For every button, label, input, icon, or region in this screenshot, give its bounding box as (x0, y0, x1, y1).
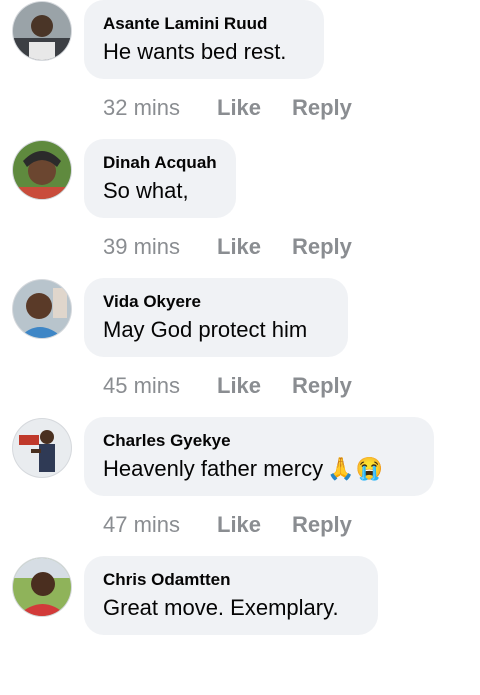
like-button[interactable]: Like (217, 373, 292, 399)
comment-bubble: Dinah Acquah So what, (84, 139, 236, 218)
comment-text: So what, (103, 178, 189, 203)
reply-button[interactable]: Reply (292, 512, 352, 538)
comment-actions: 45 mins Like Reply (103, 372, 352, 400)
timestamp[interactable]: 39 mins (103, 234, 217, 260)
comment-item: Charles Gyekye Heavenly father mercy 🙏😭 4… (0, 417, 480, 556)
comment-text: Heavenly father mercy 🙏😭 (103, 455, 414, 483)
author-name[interactable]: Dinah Acquah (103, 153, 217, 173)
like-button[interactable]: Like (217, 512, 292, 538)
comment-item: Chris Odamtten Great move. Exemplary. (0, 556, 480, 695)
comment-bubble: Charles Gyekye Heavenly father mercy 🙏😭 (84, 417, 434, 496)
comment-item: Vida Okyere May God protect him 45 mins … (0, 278, 480, 417)
timestamp[interactable]: 45 mins (103, 373, 217, 399)
comment-bubble: Asante Lamini Ruud He wants bed rest. (84, 0, 324, 79)
timestamp[interactable]: 32 mins (103, 95, 217, 121)
comment-bubble: Vida Okyere May God protect him (84, 278, 348, 357)
avatar[interactable] (13, 141, 71, 199)
comment-text: May God protect him (103, 317, 308, 342)
author-name[interactable]: Chris Odamtten (103, 570, 358, 590)
avatar[interactable] (13, 2, 71, 60)
comment-item: Dinah Acquah So what, 39 mins Like Reply (0, 139, 480, 278)
like-button[interactable]: Like (217, 234, 292, 260)
comment-bubble: Chris Odamtten Great move. Exemplary. (84, 556, 378, 635)
author-name[interactable]: Charles Gyekye (103, 431, 414, 451)
author-name[interactable]: Vida Okyere (103, 292, 328, 312)
comment-actions: 47 mins Like Reply (103, 511, 352, 539)
comment-text: Great move. Exemplary. (103, 595, 339, 620)
comment-actions: 39 mins Like Reply (103, 233, 352, 261)
reply-button[interactable]: Reply (292, 234, 352, 260)
avatar[interactable] (13, 419, 71, 477)
timestamp[interactable]: 47 mins (103, 512, 217, 538)
avatar[interactable] (13, 558, 71, 616)
folded-hands-icon: 🙏 (327, 456, 355, 481)
comment-text-content: Heavenly father mercy (103, 456, 324, 481)
reply-button[interactable]: Reply (292, 95, 352, 121)
comment-text: He wants bed rest. (103, 39, 287, 64)
comment-actions: 32 mins Like Reply (103, 94, 352, 122)
author-name[interactable]: Asante Lamini Ruud (103, 14, 304, 34)
like-button[interactable]: Like (217, 95, 292, 121)
reply-button[interactable]: Reply (292, 373, 352, 399)
loudly-crying-face-icon: 😭 (355, 456, 383, 481)
comment-item: Asante Lamini Ruud He wants bed rest. 32… (0, 0, 480, 139)
avatar[interactable] (13, 280, 71, 338)
